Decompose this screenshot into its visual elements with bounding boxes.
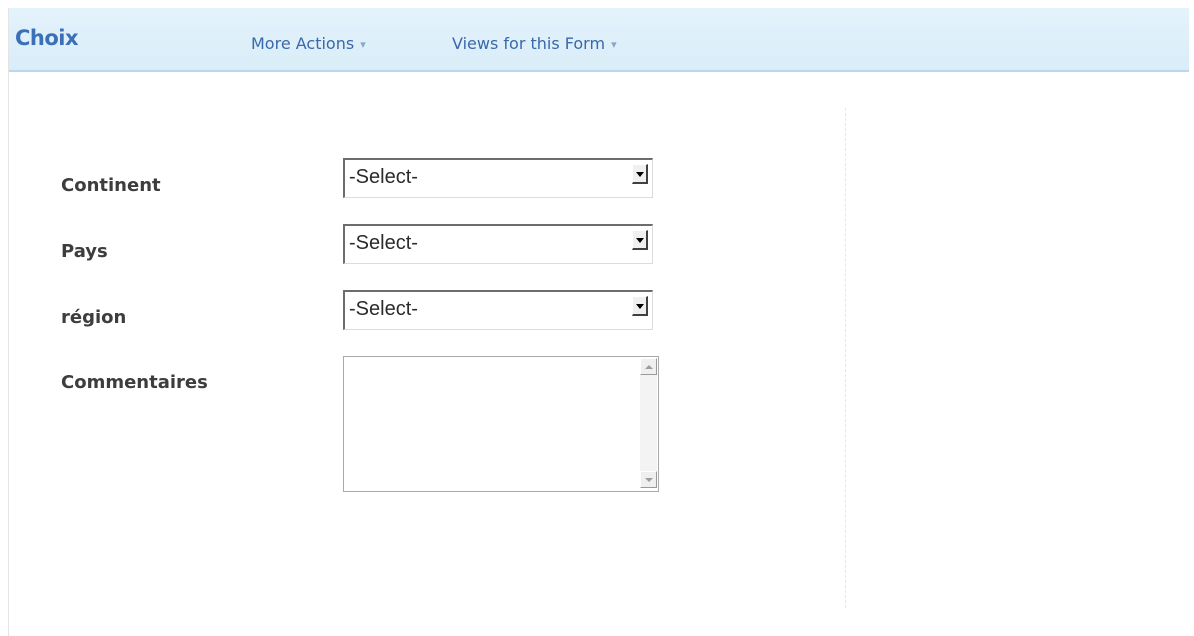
continent-select-value: -Select- — [349, 166, 418, 188]
dropdown-arrow-icon[interactable] — [632, 296, 648, 316]
form-header: Choix More Actions ▾ Views for this Form ▾ — [9, 8, 1189, 72]
continent-label: Continent — [61, 175, 161, 196]
pays-select[interactable]: -Select- — [343, 224, 653, 264]
commentaires-label: Commentaires — [61, 372, 208, 393]
views-for-form-menu[interactable]: Views for this Form ▾ — [452, 34, 617, 53]
scroll-up-icon[interactable] — [640, 358, 657, 375]
pays-label: Pays — [61, 241, 108, 262]
region-label: région — [61, 307, 127, 328]
commentaires-scrollbar[interactable] — [640, 358, 657, 488]
region-select-value: -Select- — [349, 298, 418, 320]
commentaires-textarea[interactable] — [343, 356, 659, 492]
dropdown-arrow-icon[interactable] — [632, 164, 648, 184]
scroll-down-icon[interactable] — [640, 471, 657, 488]
continent-select[interactable]: -Select- — [343, 158, 653, 198]
chevron-down-icon: ▾ — [611, 38, 617, 51]
column-divider — [845, 108, 846, 608]
more-actions-menu[interactable]: More Actions ▾ — [251, 34, 366, 53]
chevron-down-icon: ▾ — [360, 38, 366, 51]
dropdown-arrow-icon[interactable] — [632, 230, 648, 250]
pays-select-value: -Select- — [349, 232, 418, 254]
form-title: Choix — [15, 26, 79, 50]
form-page: Choix More Actions ▾ Views for this Form ▾… — [8, 8, 1189, 636]
more-actions-label: More Actions — [251, 34, 355, 53]
views-for-form-label: Views for this Form — [452, 34, 606, 53]
region-select[interactable]: -Select- — [343, 290, 653, 330]
